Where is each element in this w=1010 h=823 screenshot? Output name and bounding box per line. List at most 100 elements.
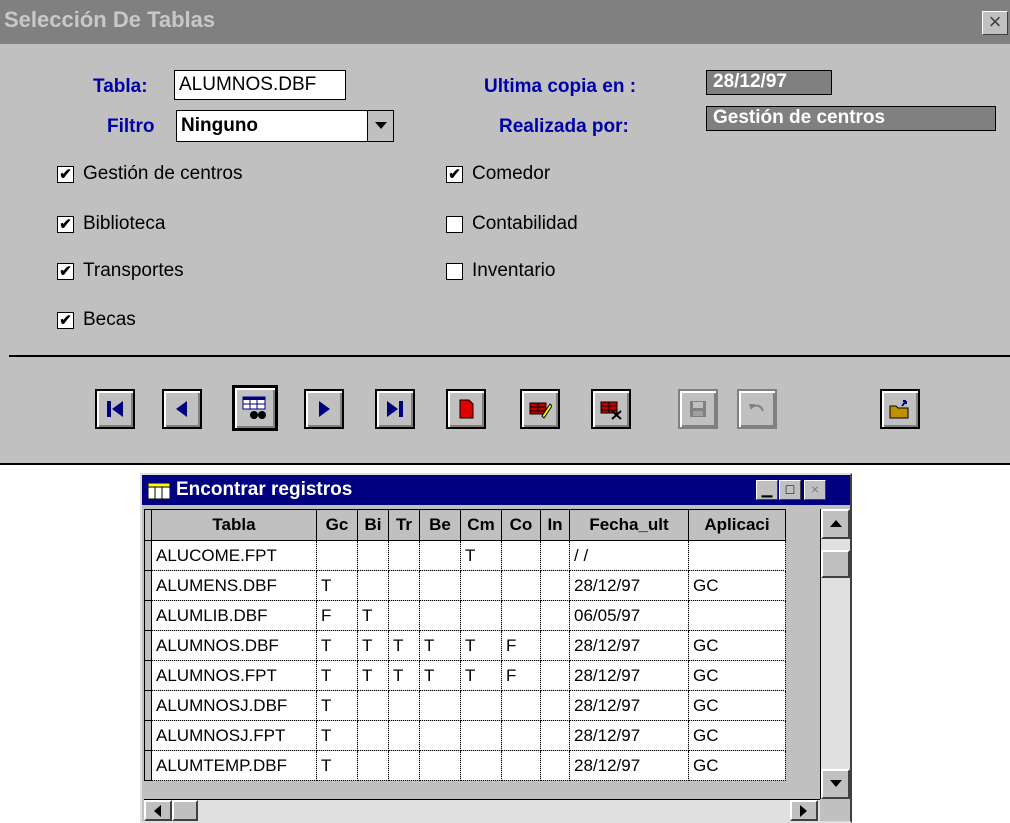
- row-selector[interactable]: [144, 600, 152, 631]
- table-cell[interactable]: 28/12/97: [569, 660, 689, 691]
- column-header-fecha[interactable]: Fecha_ult: [569, 509, 689, 541]
- column-header-gc[interactable]: Gc: [316, 509, 358, 541]
- horizontal-scrollbar[interactable]: [144, 799, 820, 821]
- table-cell[interactable]: T: [460, 540, 502, 571]
- table-cell[interactable]: [501, 720, 541, 751]
- table-cell[interactable]: / /: [569, 540, 689, 571]
- scroll-left-button[interactable]: [144, 800, 172, 821]
- prev-record-button[interactable]: [162, 389, 202, 429]
- table-cell[interactable]: 28/12/97: [569, 750, 689, 781]
- table-cell[interactable]: T: [316, 720, 358, 751]
- table-cell[interactable]: [688, 540, 786, 571]
- table-cell[interactable]: ALUMTEMP.DBF: [151, 750, 317, 781]
- table-cell[interactable]: T: [357, 600, 389, 631]
- table-cell[interactable]: ALUCOME.FPT: [151, 540, 317, 571]
- table-cell[interactable]: [501, 540, 541, 571]
- table-cell[interactable]: [316, 540, 358, 571]
- table-cell[interactable]: [688, 600, 786, 631]
- column-header-co[interactable]: Co: [501, 509, 541, 541]
- table-cell[interactable]: [388, 750, 420, 781]
- table-cell[interactable]: [419, 720, 461, 751]
- checkbox-box[interactable]: ✔: [446, 166, 463, 183]
- scroll-up-button[interactable]: [821, 509, 850, 539]
- table-cell[interactable]: [419, 540, 461, 571]
- table-cell[interactable]: [460, 750, 502, 781]
- grid-titlebar[interactable]: Encontrar registros ▁ □ ×: [142, 475, 850, 505]
- table-cell[interactable]: ALUMLIB.DBF: [151, 600, 317, 631]
- table-cell[interactable]: [388, 570, 420, 601]
- table-row[interactable]: ALUCOME.FPT T / /: [144, 540, 786, 571]
- table-cell[interactable]: [357, 570, 389, 601]
- table-cell[interactable]: [540, 630, 570, 661]
- table-cell[interactable]: [540, 600, 570, 631]
- h-scroll-thumb[interactable]: [172, 800, 198, 821]
- table-cell[interactable]: [388, 720, 420, 751]
- table-cell[interactable]: [357, 690, 389, 721]
- table-cell[interactable]: [419, 750, 461, 781]
- table-cell[interactable]: T: [388, 660, 420, 691]
- find-button[interactable]: [232, 385, 278, 431]
- vertical-scrollbar[interactable]: [820, 509, 850, 799]
- row-selector[interactable]: [144, 690, 152, 721]
- table-cell[interactable]: T: [419, 660, 461, 691]
- exit-button[interactable]: [880, 389, 920, 429]
- table-cell[interactable]: ALUMNOSJ.DBF: [151, 690, 317, 721]
- table-cell[interactable]: [540, 570, 570, 601]
- column-header-tr[interactable]: Tr: [388, 509, 420, 541]
- table-cell[interactable]: [357, 750, 389, 781]
- column-header-cm[interactable]: Cm: [460, 509, 502, 541]
- column-header-bi[interactable]: Bi: [357, 509, 389, 541]
- table-row[interactable]: ALUMNOS.FPT T T T T T F 28/12/97 GC: [144, 660, 786, 691]
- dialog-titlebar[interactable]: Selección De Tablas ×: [0, 0, 1010, 44]
- table-cell[interactable]: ALUMNOSJ.FPT: [151, 720, 317, 751]
- table-cell[interactable]: T: [316, 660, 358, 691]
- table-cell[interactable]: 28/12/97: [569, 630, 689, 661]
- table-cell[interactable]: T: [357, 630, 389, 661]
- table-cell[interactable]: ALUMENS.DBF: [151, 570, 317, 601]
- table-cell[interactable]: T: [316, 750, 358, 781]
- maximize-button[interactable]: □: [779, 480, 801, 500]
- table-cell[interactable]: [419, 600, 461, 631]
- row-selector[interactable]: [144, 660, 152, 691]
- checkbox-box[interactable]: ✔: [57, 216, 74, 233]
- table-cell[interactable]: [540, 750, 570, 781]
- table-cell[interactable]: [540, 660, 570, 691]
- table-cell[interactable]: T: [357, 660, 389, 691]
- table-cell[interactable]: ALUMNOS.FPT: [151, 660, 317, 691]
- last-record-button[interactable]: [375, 389, 415, 429]
- new-record-button[interactable]: [446, 389, 486, 429]
- table-cell[interactable]: [501, 750, 541, 781]
- table-cell[interactable]: 28/12/97: [569, 570, 689, 601]
- scroll-down-button[interactable]: [821, 769, 850, 799]
- table-cell[interactable]: [501, 570, 541, 601]
- table-cell[interactable]: [540, 540, 570, 571]
- table-cell[interactable]: GC: [688, 750, 786, 781]
- table-cell[interactable]: ALUMNOS.DBF: [151, 630, 317, 661]
- table-cell[interactable]: [460, 690, 502, 721]
- row-selector[interactable]: [144, 720, 152, 751]
- column-header-tabla[interactable]: Tabla: [151, 509, 317, 541]
- row-selector[interactable]: [144, 540, 152, 571]
- undo-button[interactable]: [737, 389, 777, 429]
- checkbox-box[interactable]: ✔: [57, 263, 74, 280]
- column-header-be[interactable]: Be: [419, 509, 461, 541]
- checkbox-box[interactable]: ✔: [57, 166, 74, 183]
- checkbox-box[interactable]: [446, 216, 463, 233]
- table-cell[interactable]: F: [501, 660, 541, 691]
- minimize-button[interactable]: ▁: [756, 480, 778, 500]
- table-cell[interactable]: T: [460, 630, 502, 661]
- table-cell[interactable]: T: [388, 630, 420, 661]
- column-header-aplicacion[interactable]: Aplicaci: [688, 509, 786, 541]
- table-cell[interactable]: [388, 690, 420, 721]
- table-cell[interactable]: [460, 720, 502, 751]
- save-button[interactable]: [678, 389, 718, 429]
- table-cell[interactable]: [357, 540, 389, 571]
- table-cell[interactable]: [501, 690, 541, 721]
- table-cell[interactable]: GC: [688, 630, 786, 661]
- table-cell[interactable]: GC: [688, 570, 786, 601]
- filtro-select[interactable]: Ninguno: [176, 110, 394, 142]
- table-cell[interactable]: T: [316, 630, 358, 661]
- table-cell[interactable]: [388, 600, 420, 631]
- table-cell[interactable]: [460, 570, 502, 601]
- checkbox-box[interactable]: [446, 263, 463, 280]
